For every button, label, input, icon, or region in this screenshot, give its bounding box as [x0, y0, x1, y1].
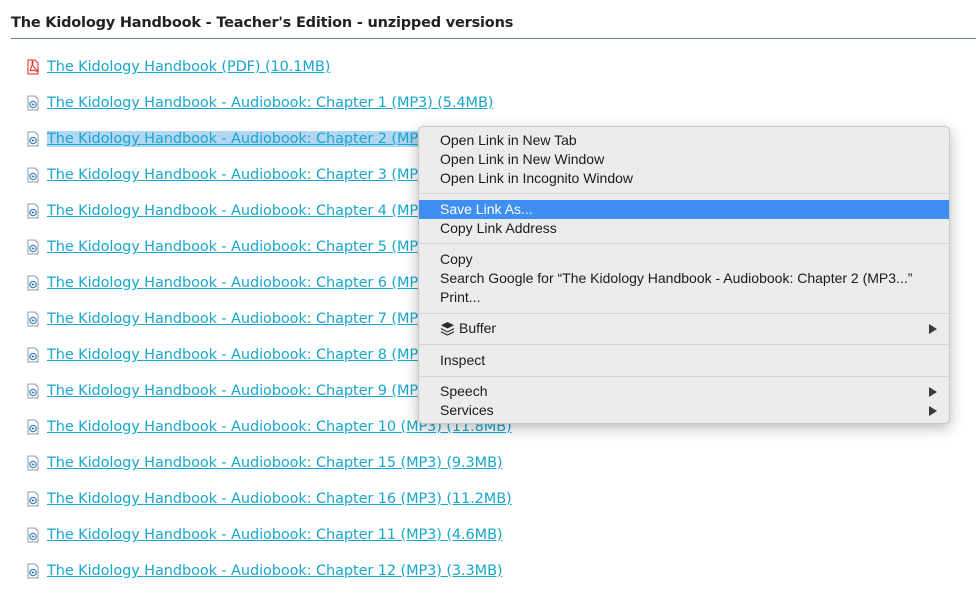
- file-download-link[interactable]: The Kidology Handbook - Audiobook: Chapt…: [47, 311, 427, 327]
- audio-file-icon: [26, 311, 40, 327]
- menu-item-inspect[interactable]: Inspect: [419, 351, 949, 370]
- file-list-item: The Kidology Handbook - Audiobook: Chapt…: [26, 308, 427, 330]
- menu-item-speech-label: Speech: [440, 383, 488, 399]
- menu-item-print[interactable]: Print...: [419, 288, 949, 307]
- pdf-icon: [26, 59, 40, 75]
- menu-item-buffer-label: Buffer: [459, 320, 497, 336]
- audio-file-icon: [26, 239, 40, 255]
- menu-item-services[interactable]: Services: [419, 401, 949, 420]
- audio-file-icon: [26, 383, 40, 399]
- file-download-link[interactable]: The Kidology Handbook (PDF) (10.1MB): [47, 59, 330, 75]
- menu-item-save-link-as[interactable]: Save Link As...: [419, 200, 949, 219]
- section-heading: The Kidology Handbook - Teacher's Editio…: [11, 15, 514, 31]
- audio-file-icon: [26, 347, 40, 363]
- file-download-link[interactable]: The Kidology Handbook - Audiobook: Chapt…: [47, 239, 427, 255]
- audio-file-icon: [26, 419, 40, 435]
- context-menu: Open Link in New Tab Open Link in New Wi…: [418, 126, 950, 424]
- file-download-link[interactable]: The Kidology Handbook - Audiobook: Chapt…: [47, 275, 427, 291]
- submenu-arrow-icon: [929, 387, 937, 397]
- file-list-item: The Kidology Handbook - Audiobook: Chapt…: [26, 488, 512, 510]
- file-list-item: The Kidology Handbook - Audiobook: Chapt…: [26, 92, 493, 114]
- file-download-link[interactable]: The Kidology Handbook - Audiobook: Chapt…: [47, 383, 427, 399]
- file-list-item: The Kidology Handbook - Audiobook: Chapt…: [26, 128, 427, 150]
- menu-item-speech[interactable]: Speech: [419, 382, 949, 401]
- menu-separator: [419, 344, 949, 345]
- file-download-link[interactable]: The Kidology Handbook - Audiobook: Chapt…: [47, 455, 503, 471]
- menu-item-open-incognito[interactable]: Open Link in Incognito Window: [419, 169, 949, 188]
- file-download-link[interactable]: The Kidology Handbook - Audiobook: Chapt…: [47, 131, 427, 147]
- file-download-link[interactable]: The Kidology Handbook - Audiobook: Chapt…: [47, 95, 493, 111]
- audio-file-icon: [26, 95, 40, 111]
- file-list-item: The Kidology Handbook - Audiobook: Chapt…: [26, 380, 427, 402]
- menu-separator: [419, 243, 949, 244]
- submenu-arrow-icon: [929, 406, 937, 416]
- file-list-item: The Kidology Handbook - Audiobook: Chapt…: [26, 272, 427, 294]
- menu-item-copy[interactable]: Copy: [419, 250, 949, 269]
- file-download-link[interactable]: The Kidology Handbook - Audiobook: Chapt…: [47, 563, 503, 579]
- file-download-link[interactable]: The Kidology Handbook - Audiobook: Chapt…: [47, 347, 427, 363]
- audio-file-icon: [26, 275, 40, 291]
- file-list-item: The Kidology Handbook (PDF) (10.1MB): [26, 56, 330, 78]
- menu-item-open-new-tab[interactable]: Open Link in New Tab: [419, 131, 949, 150]
- audio-file-icon: [26, 491, 40, 507]
- file-download-link[interactable]: The Kidology Handbook - Audiobook: Chapt…: [47, 167, 427, 183]
- audio-file-icon: [26, 563, 40, 579]
- file-list-item: The Kidology Handbook - Audiobook: Chapt…: [26, 524, 503, 546]
- audio-file-icon: [26, 527, 40, 543]
- menu-separator: [419, 376, 949, 377]
- file-download-link[interactable]: The Kidology Handbook - Audiobook: Chapt…: [47, 527, 503, 543]
- menu-item-search-google[interactable]: Search Google for “The Kidology Handbook…: [419, 269, 949, 288]
- submenu-arrow-icon: [929, 324, 937, 334]
- file-download-link[interactable]: The Kidology Handbook - Audiobook: Chapt…: [47, 491, 512, 507]
- file-list-item: The Kidology Handbook - Audiobook: Chapt…: [26, 164, 427, 186]
- file-list-item: The Kidology Handbook - Audiobook: Chapt…: [26, 344, 427, 366]
- file-list-item: The Kidology Handbook - Audiobook: Chapt…: [26, 200, 427, 222]
- audio-file-icon: [26, 203, 40, 219]
- menu-item-buffer[interactable]: Buffer: [419, 319, 949, 338]
- file-list-item: The Kidology Handbook - Audiobook: Chapt…: [26, 452, 503, 474]
- buffer-icon: [440, 321, 455, 341]
- menu-separator: [419, 313, 949, 314]
- file-download-link[interactable]: The Kidology Handbook - Audiobook: Chapt…: [47, 203, 427, 219]
- audio-file-icon: [26, 167, 40, 183]
- audio-file-icon: [26, 131, 40, 147]
- file-list-item: The Kidology Handbook - Audiobook: Chapt…: [26, 560, 503, 582]
- file-list-item: The Kidology Handbook - Audiobook: Chapt…: [26, 236, 427, 258]
- heading-divider: [11, 38, 976, 39]
- audio-file-icon: [26, 455, 40, 471]
- menu-item-services-label: Services: [440, 402, 494, 418]
- menu-item-copy-link-address[interactable]: Copy Link Address: [419, 219, 949, 238]
- menu-separator: [419, 193, 949, 194]
- menu-item-open-new-window[interactable]: Open Link in New Window: [419, 150, 949, 169]
